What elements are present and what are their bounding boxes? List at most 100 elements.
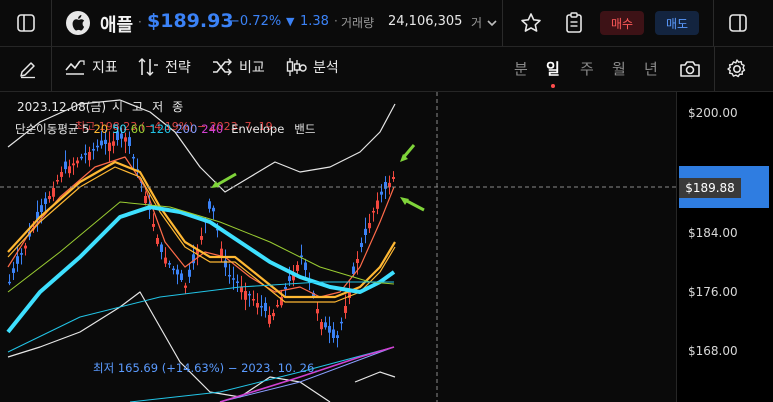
active-timeframe-dot — [551, 84, 555, 88]
candle-body — [324, 322, 327, 328]
sidebar-toggle-icon[interactable] — [14, 11, 38, 35]
candle-body — [108, 142, 111, 152]
ohlc-labels: 시고저종 — [112, 100, 193, 114]
candle-body — [264, 302, 267, 311]
candle-body — [40, 205, 43, 212]
candle-body — [220, 248, 223, 256]
candle-body — [212, 207, 215, 212]
legend-ma-60: 60 — [130, 122, 146, 136]
candle-body — [48, 196, 51, 200]
change-percent: −0.72% — [229, 14, 282, 29]
candle-body — [252, 299, 255, 301]
lower-band-line — [7, 291, 331, 402]
timeframe-minute[interactable]: 분 — [514, 58, 528, 79]
candle-body — [88, 152, 91, 161]
indicators-label: 지표 — [92, 60, 118, 76]
candle-body — [356, 259, 359, 264]
indicator-legend[interactable]: 단순이동평균 5 20 50 60 120 200 240 Envelope 밴드 — [15, 121, 319, 137]
ma-5-line — [7, 156, 395, 298]
price-chart[interactable] — [0, 92, 676, 402]
candle-body — [92, 149, 95, 151]
current-price-tag: $189.88 — [679, 178, 741, 198]
candle-body — [180, 273, 183, 280]
ma-60-line — [7, 201, 395, 293]
timeframe-year[interactable]: 년 — [644, 58, 658, 79]
candle-body — [132, 156, 135, 159]
candle-body — [100, 140, 103, 146]
star-icon[interactable] — [518, 11, 544, 35]
y-tick-168: $168.00 — [688, 344, 738, 358]
indicator-line-icon — [65, 60, 85, 75]
candle-body — [296, 265, 299, 271]
legend-ma-20: 20 — [93, 122, 109, 136]
candle-body — [240, 287, 243, 293]
chevron-down-icon[interactable] — [484, 11, 500, 35]
candle-body — [104, 139, 107, 144]
top-bar: 애플 · $189.93 −0.72% ▼ 1.38 · 거래량 24,106,… — [0, 0, 773, 47]
candle-body — [228, 274, 231, 277]
legend-ma-label: 단순이동평균 5 — [15, 122, 90, 136]
legend-bands: 밴드 — [294, 122, 316, 136]
candle-body — [320, 322, 323, 330]
candle-body — [344, 306, 347, 313]
candle-body — [272, 313, 275, 317]
gear-icon[interactable] — [725, 57, 749, 81]
volume-label: 거래량 — [341, 16, 375, 30]
candle-body — [16, 256, 19, 264]
buy-button[interactable]: 매수 — [600, 11, 644, 35]
candle-body — [80, 156, 83, 159]
candle-body — [368, 223, 371, 229]
shuffle-icon — [213, 58, 232, 76]
strategy-button[interactable]: 전략 — [137, 57, 191, 77]
stock-name[interactable]: 애플 — [100, 11, 133, 37]
apple-logo-icon — [66, 11, 90, 35]
candle-body — [124, 137, 127, 142]
candle-body — [68, 166, 71, 174]
candle-body — [360, 242, 363, 247]
candle-body — [276, 305, 279, 307]
candle-body — [208, 201, 211, 209]
legend-envelope: Envelope — [231, 122, 285, 136]
candle-body — [288, 276, 291, 281]
legend-ma-50: 50 — [112, 122, 127, 136]
candle-body — [284, 287, 287, 289]
candle-body — [64, 161, 67, 170]
indicators-button[interactable]: 지표 — [64, 57, 118, 77]
candle-body — [168, 263, 171, 265]
sell-button[interactable]: 매도 — [655, 11, 699, 35]
candle-body — [176, 269, 179, 275]
candle-body — [184, 285, 187, 288]
candle-body — [8, 281, 11, 284]
compare-button[interactable]: 비교 — [211, 57, 265, 77]
candle-body — [376, 200, 379, 209]
panel-toggle-icon[interactable] — [726, 11, 750, 35]
timeframe-month[interactable]: 월 — [612, 58, 626, 79]
candle-body — [52, 188, 55, 197]
timeframe-week[interactable]: 주 — [580, 58, 594, 79]
analysis-button[interactable]: 분석 — [285, 57, 339, 77]
candle-body — [24, 245, 27, 249]
candle-body — [392, 177, 395, 179]
candle-body — [44, 198, 47, 204]
pencil-icon[interactable] — [16, 57, 40, 81]
candle-body — [164, 257, 167, 264]
candle-body — [200, 236, 203, 240]
candle-body — [380, 191, 383, 195]
candle-body — [372, 211, 375, 213]
candle-body — [304, 262, 307, 270]
camera-icon[interactable] — [677, 57, 703, 81]
candle-body — [84, 153, 87, 155]
legend-ma-120: 120 — [149, 122, 172, 136]
clipboard-icon[interactable] — [561, 11, 587, 35]
candle-body — [76, 160, 79, 164]
separator-dot-2: · — [334, 14, 338, 28]
candle-body — [156, 238, 159, 244]
legend-ma-200: 200 — [175, 122, 198, 136]
current-price: $189.93 — [147, 10, 234, 32]
timeframe-day[interactable]: 일 — [546, 58, 560, 79]
y-tick-184: $184.00 — [688, 226, 738, 240]
change-absolute: 1.38 — [300, 14, 329, 29]
candle-body — [260, 305, 263, 308]
candle-body — [236, 281, 239, 283]
candle-body — [256, 303, 259, 308]
